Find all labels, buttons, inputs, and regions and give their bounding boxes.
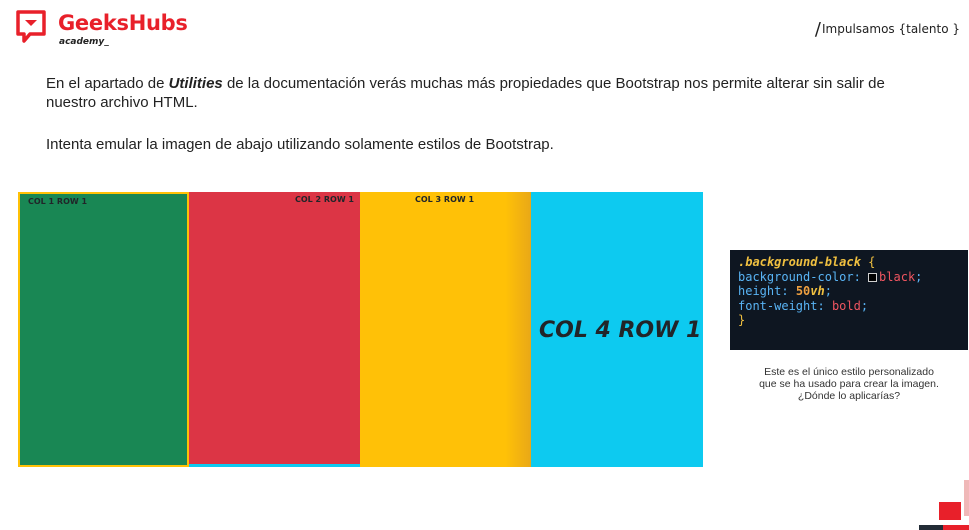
slogan: /Impulsamos {talento } [814,17,960,40]
slogan-text: Impulsamos {talento } [822,22,960,36]
brand-subtitle: academy_ [59,37,109,47]
example-grid-image: COL 1 ROW 1 COL 2 ROW 1 COL 3 ROW 1 COL … [18,192,703,467]
brand-name: GeeksHubs [58,11,188,35]
code-prop-3: font-weight [738,298,818,313]
col-4-label: COL 4 ROW 1 [539,318,702,343]
code-prop-1: background-color [738,269,854,284]
code-val-1: black [879,269,916,284]
caption-line-2: que se ha usado para crear la imagen. [759,378,939,390]
col-3-label: COL 3 ROW 1 [415,195,475,204]
caption-line-1: Este es el único estilo personalizado [764,366,934,378]
code-unit-2: vh [810,284,825,298]
code-prop-2: height [738,284,782,298]
code-selector: .background-black [738,255,861,269]
corner-decoration-icon [919,480,969,530]
slash-decoration: / [814,19,821,40]
utilities-emphasis: Utilities [168,75,223,92]
instruction-paragraph: Intenta emular la imagen de abajo utiliz… [46,136,554,153]
grid-col-1: COL 1 ROW 1 [18,192,189,467]
code-brace-close: } [738,313,746,327]
grid-col-4: COL 4 ROW 1 [531,192,703,467]
color-swatch-icon [868,272,878,282]
code-num-2: 50 [795,284,811,298]
col-2-label: COL 2 ROW 1 [294,195,354,204]
grid-col-3: COL 3 ROW 1 [360,192,531,467]
grid-col-2: COL 2 ROW 1 [189,192,360,467]
col-1-label: COL 1 ROW 1 [28,197,88,206]
code-val-3: bold [831,298,861,313]
intro-paragraph: En el apartado de Utilities de la docume… [46,74,926,112]
css-code-snippet: .background-black { background-color: bl… [730,250,968,350]
brand-logo[interactable]: GeeksHubs academy_ [16,10,276,50]
caption-line-3: ¿Dónde lo aplicarías? [797,390,901,402]
geekshubs-logo-icon [16,10,46,43]
intro-text-start: En el apartado de [46,75,169,92]
code-brace-open: { [868,255,876,269]
code-caption: Este es el único estilo personalizado qu… [730,366,968,402]
